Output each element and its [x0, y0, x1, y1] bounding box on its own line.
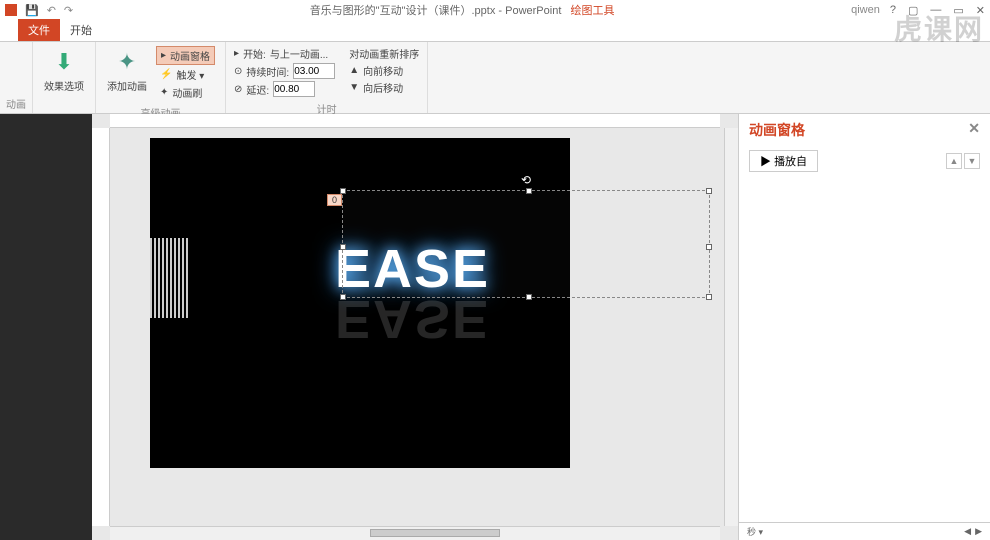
- add-animation-button[interactable]: ✦ 添加动画: [102, 44, 152, 98]
- help-icon[interactable]: ?: [890, 4, 896, 17]
- app-logo: [5, 4, 17, 16]
- undo-icon[interactable]: ↶: [47, 4, 56, 17]
- handle[interactable]: [526, 188, 532, 194]
- close-icon[interactable]: ✕: [976, 4, 985, 17]
- seconds-dropdown[interactable]: 秒 ▾: [747, 525, 763, 538]
- handle[interactable]: [340, 244, 346, 250]
- play-from-button[interactable]: ▶ 播放自: [749, 150, 818, 172]
- animation-list[interactable]: [739, 176, 990, 522]
- handle[interactable]: [340, 188, 346, 194]
- tab-开始[interactable]: 开始: [60, 19, 102, 41]
- scroll-thumb[interactable]: [370, 529, 500, 537]
- animation-pane: 动画窗格 ✕ ▶ 播放自 ▲▼ 秒 ▾ ◀ ▶: [738, 114, 990, 540]
- group-label-anim: 动画: [6, 94, 26, 111]
- duration-row: ⊙ 持续时间:: [234, 63, 335, 79]
- scrollbar-vertical[interactable]: [724, 128, 738, 526]
- user-label: qiwen: [851, 4, 880, 16]
- animation-painter-button[interactable]: ✦动画刷: [156, 84, 215, 101]
- window-controls: ? ▢ — ▭ ✕: [890, 4, 985, 17]
- animation-tag[interactable]: 0: [327, 194, 342, 206]
- workspace: EASE EASE 0 ⟲ 动画窗格 ✕ ▶ 播放自 ▲▼ 秒 ▾: [0, 114, 990, 540]
- start-row: ▸ 开始: 与上一动画...: [234, 46, 335, 61]
- move-later-button[interactable]: ▼ 向后移动: [349, 80, 419, 95]
- delay-row: ⊘ 延迟:: [234, 81, 335, 97]
- stripes-shape[interactable]: [150, 238, 190, 318]
- close-pane-icon[interactable]: ✕: [968, 120, 980, 140]
- handle[interactable]: [526, 294, 532, 300]
- ruler-horizontal: [110, 114, 720, 128]
- trigger-button[interactable]: ⚡触发 ▾: [156, 66, 215, 83]
- selection-box[interactable]: ⟲: [342, 190, 710, 298]
- redo-icon[interactable]: ↷: [64, 4, 73, 17]
- scrollbar-horizontal[interactable]: [110, 526, 720, 540]
- slide-canvas[interactable]: EASE EASE: [150, 138, 570, 468]
- ribbon-options-icon[interactable]: ▢: [908, 4, 918, 17]
- ruler-vertical: [92, 128, 110, 526]
- handle[interactable]: [706, 294, 712, 300]
- star-plus-icon: ✦: [118, 49, 136, 75]
- move-down-icon[interactable]: ▼: [964, 153, 980, 169]
- canvas-area[interactable]: EASE EASE 0 ⟲: [92, 114, 738, 540]
- maximize-icon[interactable]: ▭: [953, 4, 963, 17]
- window-title: 音乐与图形的"互动"设计（课件）.pptx - PowerPoint 绘图工具: [73, 2, 851, 18]
- duration-input[interactable]: [293, 63, 335, 79]
- handle[interactable]: [340, 294, 346, 300]
- move-earlier-button[interactable]: ▲ 向前移动: [349, 63, 419, 78]
- reorder-label: 对动画重新排序: [349, 46, 419, 61]
- ribbon-tabs: 文件 开始: [0, 20, 990, 42]
- delay-input[interactable]: [273, 81, 315, 97]
- arrow-down-icon: ⬇: [55, 49, 73, 75]
- animation-pane-button[interactable]: ▸动画窗格: [156, 46, 215, 65]
- handle[interactable]: [706, 244, 712, 250]
- minimize-icon[interactable]: —: [930, 4, 941, 17]
- slide-thumbnails[interactable]: [0, 114, 92, 540]
- handle[interactable]: [706, 188, 712, 194]
- effect-options-button[interactable]: ⬇ 效果选项: [39, 44, 89, 98]
- timeline-scroll-right-icon[interactable]: ▶: [975, 526, 982, 537]
- title-bar: 💾 ↶ ↷ 音乐与图形的"互动"设计（课件）.pptx - PowerPoint…: [0, 0, 990, 20]
- tab-file[interactable]: 文件: [18, 19, 60, 41]
- move-up-icon[interactable]: ▲: [946, 153, 962, 169]
- quick-access-toolbar[interactable]: 💾 ↶ ↷: [25, 4, 73, 17]
- ribbon: 动画 ⬇ 效果选项 ✦ 添加动画 ▸动画窗格 ⚡触发 ▾ ✦动画刷 高级动画 ▸…: [0, 42, 990, 114]
- animation-pane-title: 动画窗格: [749, 120, 805, 140]
- save-icon[interactable]: 💾: [25, 4, 39, 17]
- timeline-scroll-left-icon[interactable]: ◀: [964, 526, 971, 537]
- timeline-ruler: 秒 ▾ ◀ ▶: [739, 522, 990, 540]
- rotate-handle-icon[interactable]: ⟲: [521, 173, 531, 187]
